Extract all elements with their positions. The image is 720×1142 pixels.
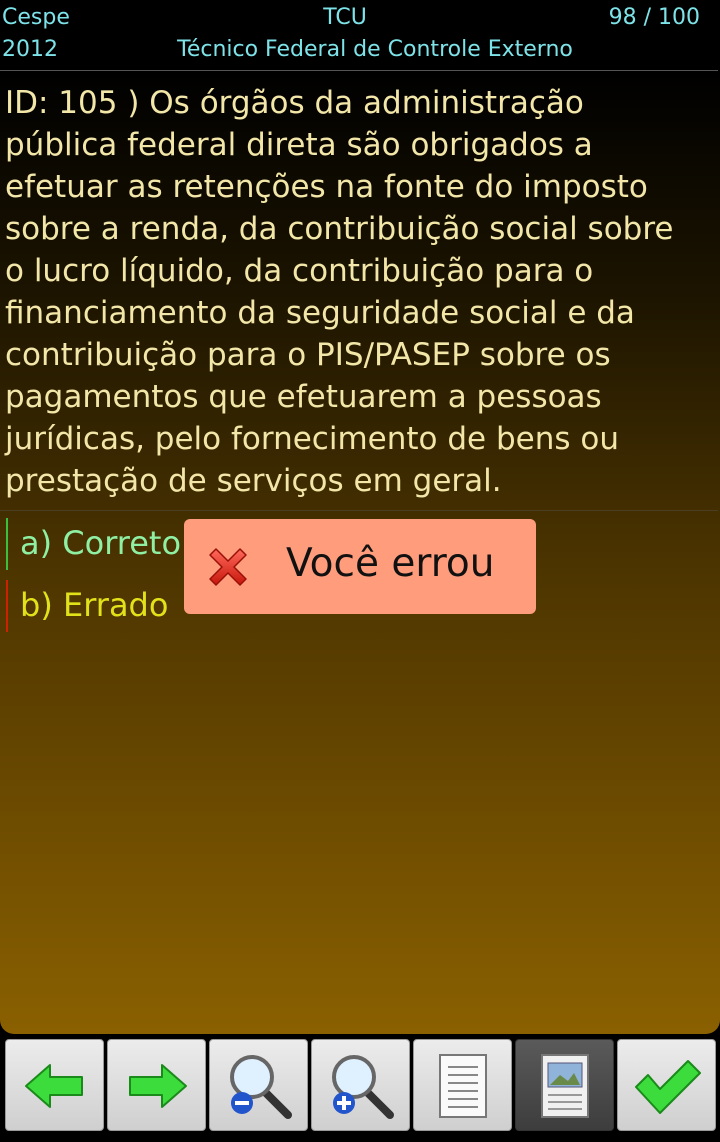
previous-button[interactable] [5,1039,104,1131]
question-line: prestação de serviços em geral. [5,463,502,499]
question-text: ID: 105 ) Os órgãos da administração púb… [5,82,717,502]
document-icon [439,1054,487,1118]
text-view-button[interactable] [413,1039,512,1131]
zoom-in-button[interactable] [311,1039,410,1131]
red-x-icon [209,548,247,586]
question-line: jurídicas, pelo fornecimento de bens ou [5,421,619,457]
question-counter: 98 / 100 [608,5,700,30]
arrow-left-icon [25,1064,83,1108]
checkmark-icon [635,1060,701,1114]
option-a-correto[interactable]: a) Correto [6,518,181,570]
result-toast: Você errou [184,519,536,614]
question-line: ID: 105 ) Os órgãos da administração [5,85,584,121]
cargo-label: Técnico Federal de Controle Externo [177,37,573,62]
arrow-right-icon [129,1064,187,1108]
app-screen: Cespe TCU 98 / 100 2012 Técnico Federal … [0,0,720,1142]
question-line: efetuar as retenções na fonte do imposto [5,169,648,205]
zoom-out-button[interactable] [209,1039,308,1131]
question-line: contribuição para o PIS/PASEP sobre os [5,337,611,373]
header-divider [0,70,718,71]
question-line: pública federal direta são obrigados a [5,127,593,163]
question-divider [0,510,718,511]
orgao-label: TCU [323,5,367,30]
next-button[interactable] [107,1039,206,1131]
header: Cespe TCU 98 / 100 2012 Técnico Federal … [0,0,720,70]
question-line: financiamento da seguridade social e da [5,295,635,331]
option-b-errado[interactable]: b) Errado [6,580,168,632]
confirm-button[interactable] [617,1039,716,1131]
question-line: pagamentos que efetuarem a pessoas [5,379,602,415]
document-image-icon [541,1054,589,1118]
zoom-in-icon [332,1055,394,1119]
question-line: sobre a renda, da contribuição social so… [5,211,674,247]
toast-message: Você errou [286,541,495,586]
image-view-button[interactable] [515,1039,614,1131]
zoom-out-icon [230,1055,292,1119]
question-line: o lucro líquido, da contribuição para o [5,253,594,289]
bottom-toolbar [0,1034,720,1142]
